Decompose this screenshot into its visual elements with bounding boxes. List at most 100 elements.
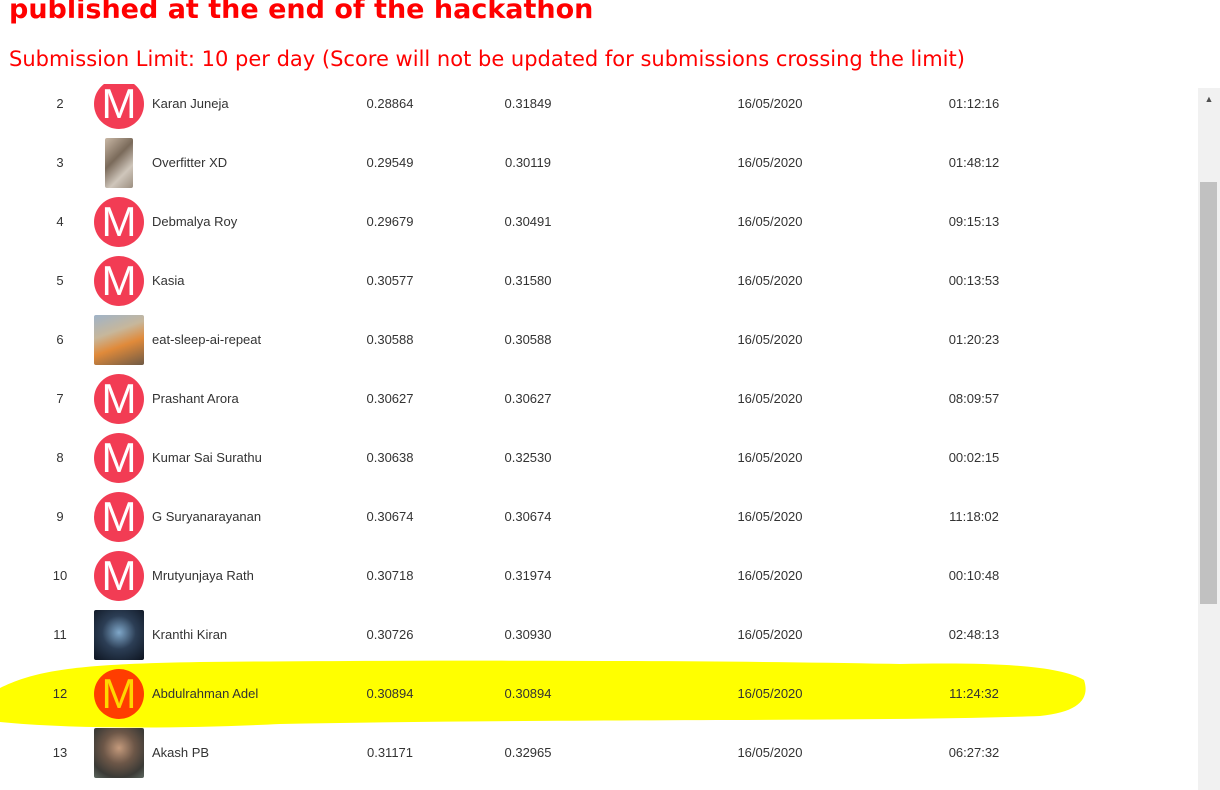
avatar-cell <box>94 605 144 664</box>
table-row[interactable]: 13 Akash PB 0.31171 0.32965 16/05/2020 06:27:… <box>0 723 1198 782</box>
participant-name: Mrutyunjaya Rath <box>152 568 254 583</box>
submission-limit-note: Submission Limit: 10 per day (Score will… <box>9 47 965 71</box>
logo-letter: M <box>101 434 137 481</box>
private-score-cell: 0.31849 <box>504 96 552 111</box>
private-score-cell: 0.31580 <box>504 273 552 288</box>
public-score-cell: 0.29679 <box>366 214 414 229</box>
rank-cell: 7 <box>56 391 64 406</box>
avatar-cell: M <box>94 192 144 251</box>
private-score-cell: 0.30588 <box>504 332 552 347</box>
avatar <box>94 610 144 660</box>
table-row[interactable]: 3 Overfitter XD 0.29549 0.30119 16/05/2020 01… <box>0 133 1198 192</box>
public-score-cell: 0.30588 <box>366 332 414 347</box>
submission-time-cell: 01:20:23 <box>948 332 1000 347</box>
private-score-cell: 0.30894 <box>504 686 552 701</box>
public-score-cell: 0.30894 <box>366 686 414 701</box>
avatar-cell: M <box>94 487 144 546</box>
leaderboard-page: published at the end of the hackathon Su… <box>0 0 1220 790</box>
logo-letter: M <box>101 198 137 245</box>
avatar-cell <box>94 133 144 192</box>
m-logo-icon: M <box>94 256 144 306</box>
rank-cell: 5 <box>56 273 64 288</box>
submission-time-cell: 00:10:48 <box>948 568 1000 583</box>
table-row[interactable]: 11 Kranthi Kiran 0.30726 0.30930 16/05/2020 0… <box>0 605 1198 664</box>
rank-cell: 4 <box>56 214 64 229</box>
submission-date-cell: 16/05/2020 <box>737 391 803 406</box>
submission-date-cell: 16/05/2020 <box>737 332 803 347</box>
rank-cell: 13 <box>52 745 68 760</box>
participant-name: Overfitter XD <box>152 155 228 170</box>
m-logo-icon: M <box>94 669 144 719</box>
avatar <box>94 728 144 778</box>
submission-date-cell: 16/05/2020 <box>737 509 803 524</box>
submission-time-cell: 09:15:13 <box>948 214 1000 229</box>
avatar-cell: M <box>94 664 144 723</box>
m-logo-icon: M <box>94 84 144 129</box>
avatar-cell <box>94 723 144 782</box>
page-headline: published at the end of the hackathon <box>9 0 594 25</box>
avatar-cell: M <box>94 428 144 487</box>
public-score-cell: 0.30627 <box>366 391 414 406</box>
table-row[interactable]: 9 M G Suryanarayanan 0.30674 0.30674 16/05/20… <box>0 487 1198 546</box>
private-score-cell: 0.32965 <box>504 745 552 760</box>
participant-name: G Suryanarayanan <box>152 509 262 524</box>
avatar <box>105 138 133 188</box>
avatar-cell <box>94 310 144 369</box>
rank-cell: 11 <box>53 627 67 642</box>
participant-name: Kumar Sai Surathu <box>152 450 262 465</box>
submission-time-cell: 01:12:16 <box>948 96 1000 111</box>
participant-name: Karan Juneja <box>152 96 229 111</box>
table-row[interactable]: 5 M Kasia 0.30577 0.31580 16/05/2020 00:13:53 <box>0 251 1198 310</box>
submission-time-cell: 01:48:12 <box>948 155 1000 170</box>
submission-time-cell: 00:13:53 <box>948 273 1000 288</box>
submission-time-cell: 11:24:32 <box>949 686 999 701</box>
logo-letter: M <box>101 670 137 717</box>
table-row[interactable]: 7 M Prashant Arora 0.30627 0.30627 16/05/2020… <box>0 369 1198 428</box>
rank-cell: 8 <box>56 450 64 465</box>
table-row[interactable]: 10 M Mrutyunjaya Rath 0.30718 0.31974 16/05/2… <box>0 546 1198 605</box>
rank-cell: 3 <box>56 155 64 170</box>
submission-date-cell: 16/05/2020 <box>737 568 803 583</box>
rank-cell: 2 <box>56 96 64 111</box>
participant-name: Akash PB <box>152 745 210 760</box>
submission-time-cell: 02:48:13 <box>948 627 1000 642</box>
avatar-cell: M <box>94 251 144 310</box>
private-score-cell: 0.30491 <box>504 214 552 229</box>
table-row[interactable]: 8 M Kumar Sai Surathu 0.30638 0.32530 16/05/2… <box>0 428 1198 487</box>
avatar-cell: M <box>94 369 144 428</box>
triangle-up-icon[interactable]: ▲ <box>1198 88 1220 110</box>
scroll-thumb[interactable] <box>1200 182 1217 604</box>
submission-date-cell: 16/05/2020 <box>737 214 803 229</box>
logo-letter: M <box>101 84 137 127</box>
submission-time-cell: 11:18:02 <box>949 509 999 524</box>
vertical-scrollbar[interactable]: ▲ <box>1198 88 1220 790</box>
table-row[interactable]: 2 M Karan Juneja 0.28864 0.31849 16/05/2020 01… <box>0 84 1198 133</box>
logo-letter: M <box>101 257 137 304</box>
participant-name: Debmalya Roy <box>152 214 238 229</box>
private-score-cell: 0.31974 <box>504 568 552 583</box>
participant-name: Abdulrahman Adel <box>152 686 259 701</box>
submission-time-cell: 00:02:15 <box>948 450 1000 465</box>
leaderboard-rows: 2 M Karan Juneja 0.28864 0.31849 16/05/2020 01… <box>0 84 1198 782</box>
logo-letter: M <box>101 552 137 599</box>
table-row[interactable]: 6 eat-sleep-ai-repeat 0.30588 0.30588 16/05/… <box>0 310 1198 369</box>
private-score-cell: 0.30674 <box>504 509 552 524</box>
m-logo-icon: M <box>94 551 144 601</box>
table-row[interactable]: 4 M Debmalya Roy 0.29679 0.30491 16/05/2020 09… <box>0 192 1198 251</box>
private-score-cell: 0.30930 <box>504 627 552 642</box>
rank-cell: 10 <box>52 568 68 583</box>
public-score-cell: 0.29549 <box>366 155 414 170</box>
submission-date-cell: 16/05/2020 <box>737 745 803 760</box>
public-score-cell: 0.30674 <box>366 509 414 524</box>
private-score-cell: 0.30119 <box>504 155 552 170</box>
public-score-cell: 0.30726 <box>366 627 414 642</box>
avatar <box>94 315 144 365</box>
table-row[interactable]: 12 M Abdulrahman Adel 0.30894 0.30894 16/05/2… <box>0 664 1198 723</box>
submission-time-cell: 08:09:57 <box>948 391 1000 406</box>
submission-date-cell: 16/05/2020 <box>737 450 803 465</box>
logo-letter: M <box>101 493 137 540</box>
participant-name: Prashant Arora <box>152 391 239 406</box>
m-logo-icon: M <box>94 433 144 483</box>
public-score-cell: 0.31171 <box>366 745 414 760</box>
m-logo-icon: M <box>94 374 144 424</box>
